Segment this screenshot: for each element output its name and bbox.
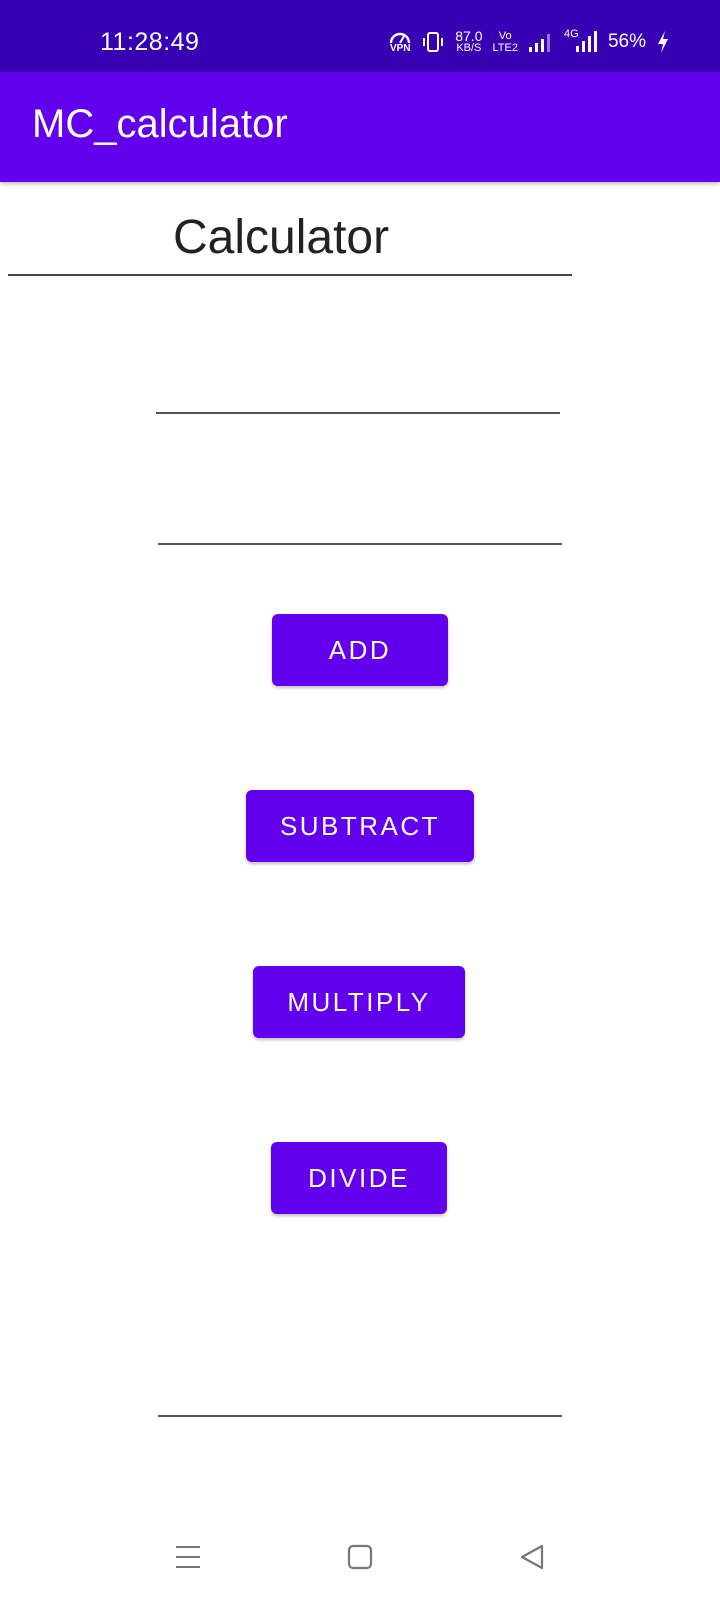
first-number-input[interactable] — [156, 374, 560, 414]
result-field[interactable] — [158, 1377, 562, 1417]
status-icons: VPN 87.0 KB/S Vo LTE2 4G 56% — [389, 24, 670, 60]
speed-value: 87.0 — [455, 28, 483, 44]
calculator-heading: Calculator — [173, 211, 390, 264]
multiply-button[interactable]: MULTIPLY — [253, 966, 465, 1038]
battery-percentage: 56% — [607, 31, 646, 52]
menu-icon[interactable] — [166, 1535, 210, 1579]
app-title: MC_calculator — [32, 102, 288, 146]
navigation-bar — [0, 1515, 720, 1600]
volte-top: Vo — [498, 30, 512, 42]
subtract-button[interactable]: SUBTRACT — [246, 790, 474, 862]
vpn-icon: VPN — [389, 30, 411, 54]
charging-icon — [656, 30, 670, 54]
status-bar: 11:28:49 VPN 87.0 KB/S Vo LTE2 4G 56% — [0, 0, 720, 72]
second-number-input[interactable] — [158, 505, 562, 545]
back-triangle-icon[interactable] — [510, 1535, 554, 1579]
signal-icon-sim2: 4G — [563, 28, 598, 54]
vibrate-icon — [421, 30, 445, 54]
status-time: 11:28:49 — [100, 28, 200, 56]
vpn-label: VPN — [389, 43, 411, 54]
data-speed-indicator: 87.0 KB/S — [455, 28, 483, 54]
divide-button[interactable]: DIVIDE — [271, 1142, 447, 1214]
add-button[interactable]: ADD — [272, 614, 448, 686]
speedometer-icon — [390, 32, 411, 44]
volte-bottom: LTE2 — [492, 42, 518, 54]
network-type: 4G — [563, 28, 579, 40]
volte-indicator: Vo LTE2 — [492, 30, 517, 54]
home-square-icon[interactable] — [338, 1535, 382, 1579]
signal-icon-sim1 — [528, 31, 554, 53]
screen: 11:28:49 VPN 87.0 KB/S Vo LTE2 4G 56% MC… — [0, 0, 720, 1600]
app-bar: MC_calculator — [0, 72, 720, 182]
speed-unit: KB/S — [456, 42, 482, 54]
calculator-heading-field[interactable]: Calculator — [8, 206, 572, 276]
